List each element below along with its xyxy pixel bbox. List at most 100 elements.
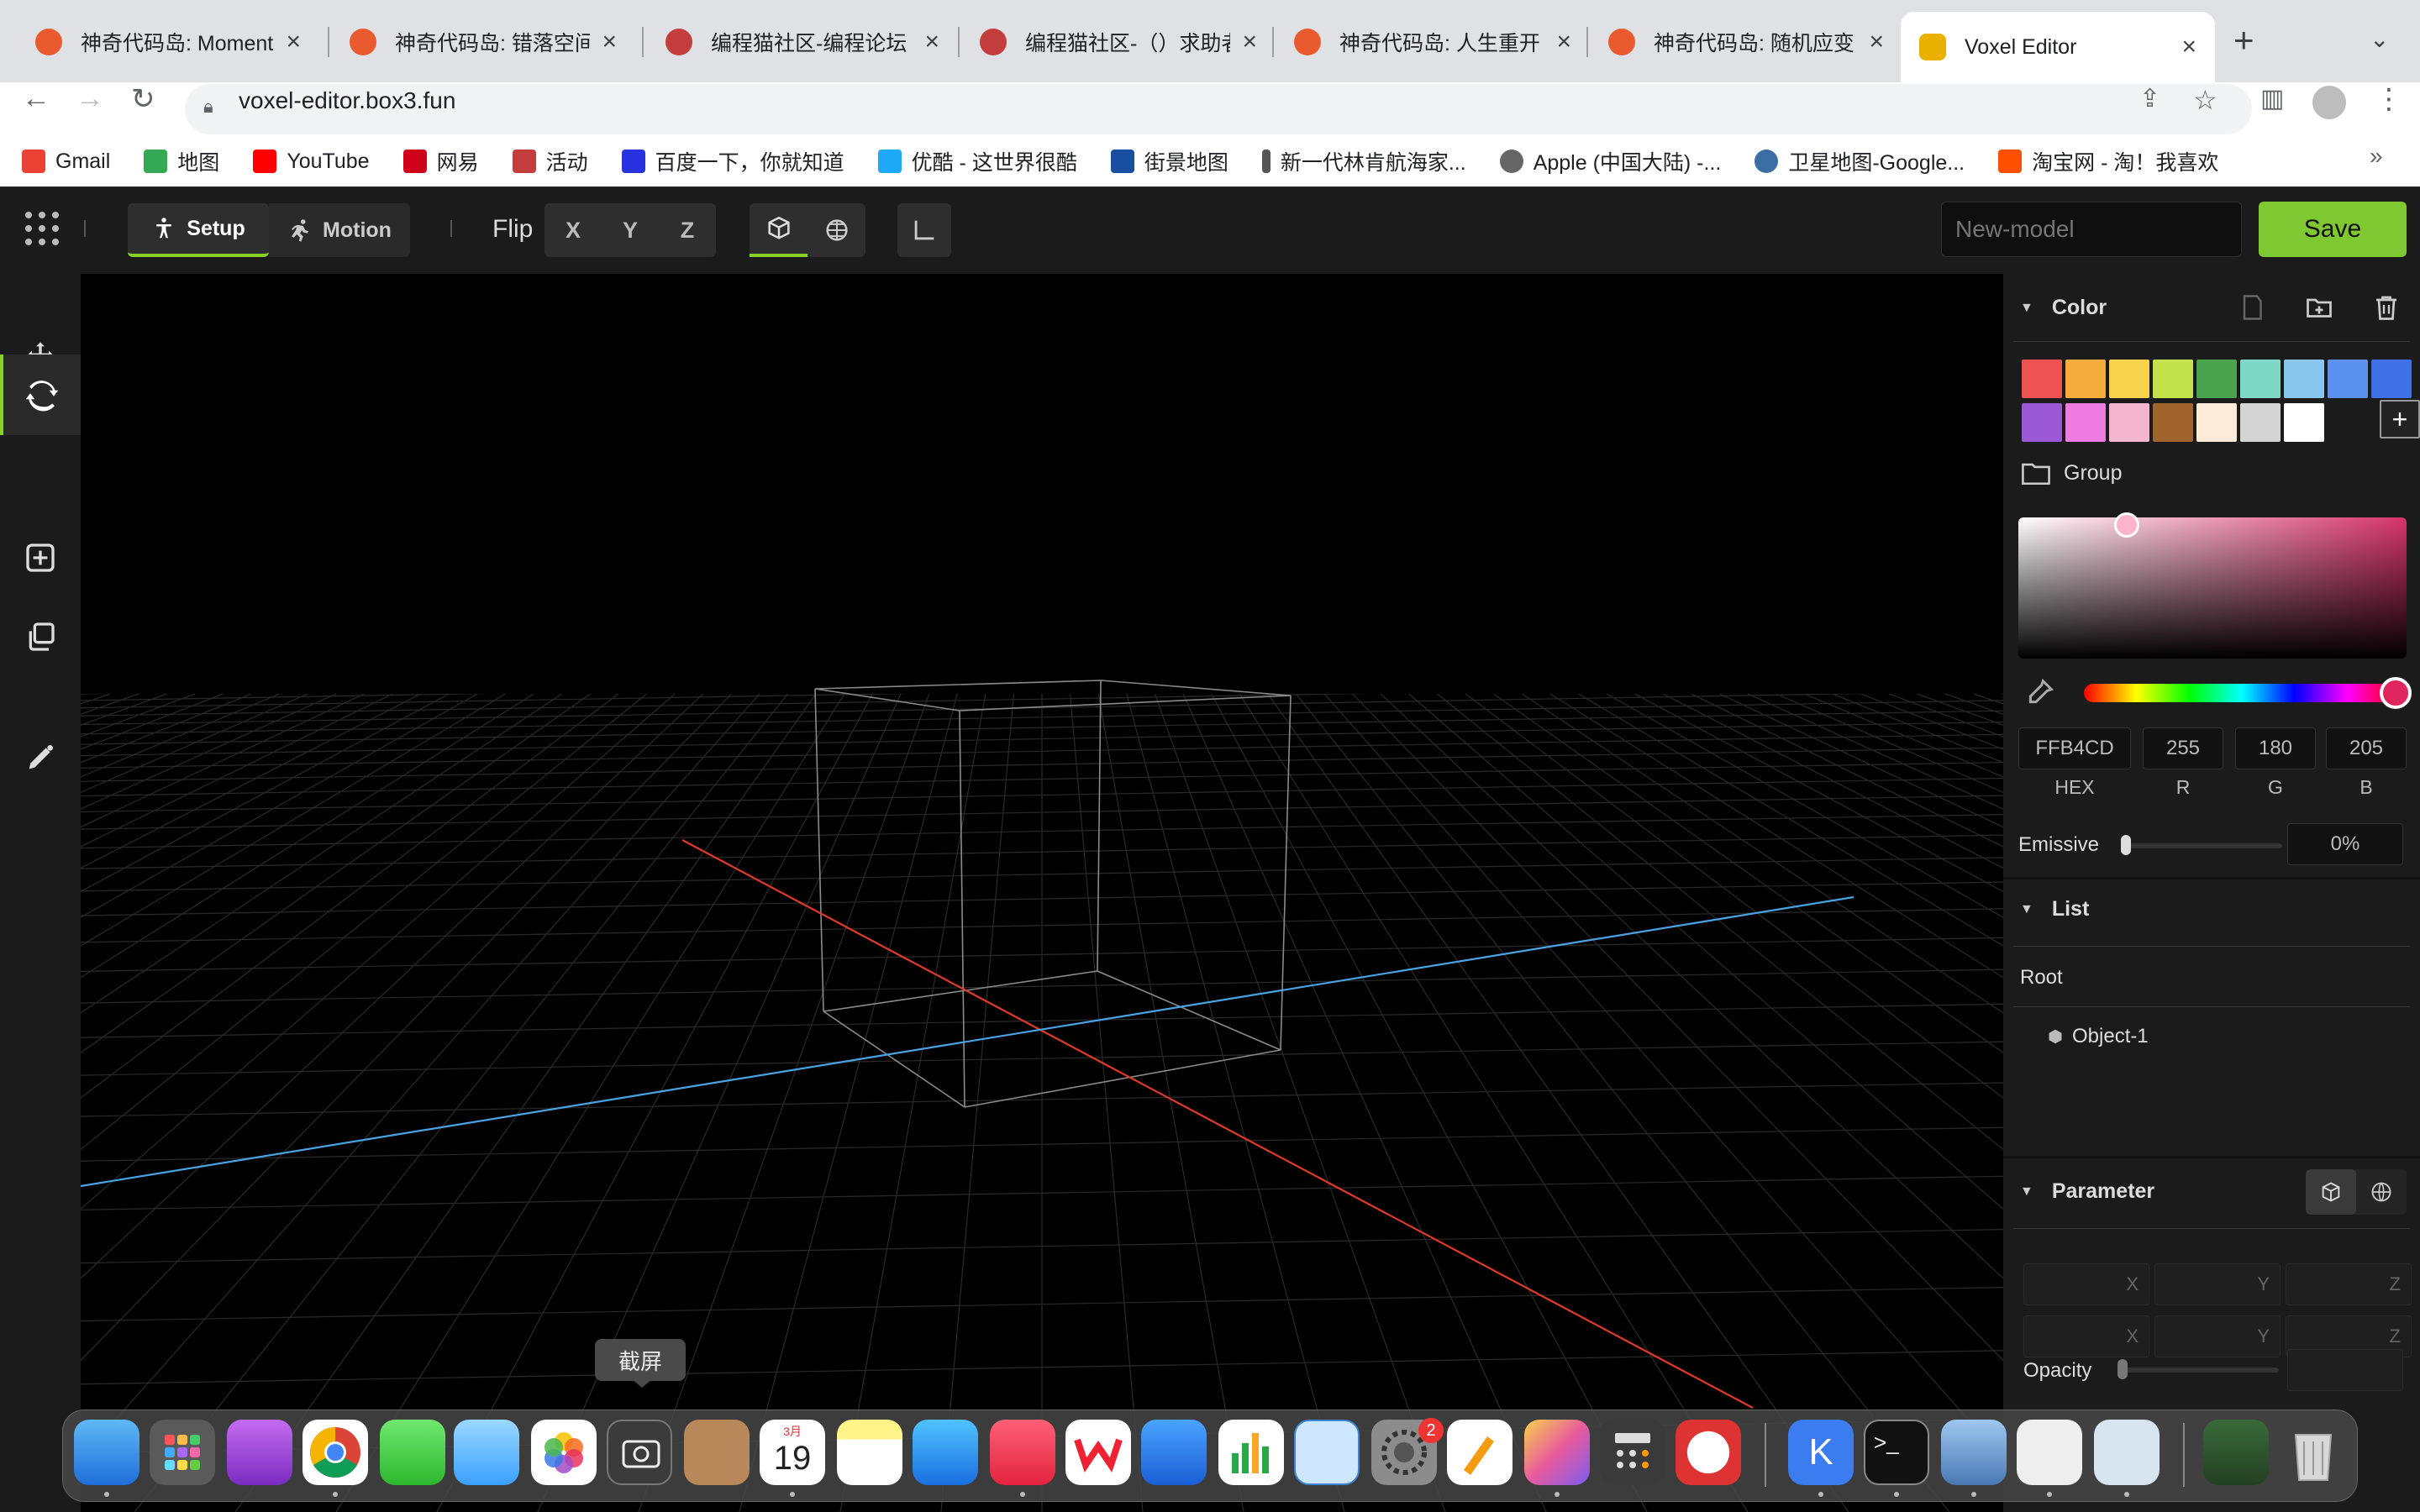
finder-icon[interactable] [74,1420,139,1485]
k-app-icon[interactable]: K [1788,1420,1854,1485]
position-x-input[interactable]: X [2023,1263,2149,1305]
color-swatch[interactable] [2022,360,2062,398]
close-tab-icon[interactable]: × [1242,28,1257,56]
pen-tool-button[interactable] [0,717,81,798]
bookmark-star-icon[interactable]: ☆ [2193,84,2217,116]
url-text[interactable]: voxel-editor.box3.fun [239,87,455,114]
list-section-header[interactable]: ▼ List [2020,897,2089,921]
podcasts-icon[interactable] [227,1420,292,1485]
bookmark-youku[interactable]: 优酷 - 这世界很酷 [877,146,1077,176]
bookmark-maps[interactable]: 地图 [144,146,219,176]
xcode-icon[interactable] [2094,1420,2160,1485]
3d-viewport[interactable] [81,274,2003,1512]
color-swatch[interactable] [2109,360,2149,398]
profile-avatar[interactable] [2312,86,2346,119]
save-button[interactable]: Save [2259,202,2407,257]
hex-input[interactable]: FFB4CD [2018,727,2131,769]
color-swatch[interactable] [2196,360,2237,398]
flip-x-button[interactable]: X [544,203,602,257]
bookmark-taobao[interactable]: 淘宝网 - 淘！我喜欢 [1998,146,2218,176]
delete-palette-icon[interactable] [2370,292,2403,323]
position-y-input[interactable]: Y [2154,1263,2281,1305]
bookmark-baidu[interactable]: 百度一下，你就知道 [621,146,844,176]
rotation-x-input[interactable]: X [2023,1315,2149,1357]
model-name-input[interactable] [1941,202,2242,257]
bookmark-satellite[interactable]: 卫星地图-Google... [1754,146,1965,176]
local-view-button[interactable] [750,203,808,257]
keynote-icon[interactable] [1141,1420,1207,1485]
position-z-input[interactable]: Z [2286,1263,2412,1305]
bookmarks-overflow-icon[interactable]: » [2370,143,2383,170]
photos-icon[interactable] [531,1420,597,1485]
messages-icon[interactable] [380,1420,445,1485]
object-list-item[interactable]: Object-1 [2047,1025,2149,1048]
trash-icon[interactable] [2281,1420,2346,1485]
browser-tab-5[interactable]: 神奇代码岛: 人生重开 × [1276,12,1590,72]
bookmark-activity[interactable]: 活动 [512,146,588,176]
color-swatch[interactable] [2109,403,2149,442]
color-swatch[interactable] [2240,360,2281,398]
color-swatch[interactable] [2196,403,2237,442]
flip-z-button[interactable]: Z [659,203,716,257]
axis-toggle-button[interactable] [897,203,951,257]
blue-input[interactable]: 205 [2326,727,2407,769]
color-swatch[interactable] [2153,403,2193,442]
opacity-value-input[interactable] [2287,1349,2403,1391]
add-swatch-button[interactable]: + [2380,400,2420,438]
duplicate-button[interactable] [0,596,81,677]
saturation-value-picker[interactable] [2018,517,2407,659]
wps-icon[interactable] [1065,1420,1131,1485]
recent-folder-icon[interactable] [2203,1420,2269,1485]
world-view-button[interactable] [808,203,865,257]
emissive-value[interactable]: 0% [2287,823,2403,865]
forward-arrow-icon[interactable]: → [76,82,104,115]
close-tab-icon[interactable]: × [602,28,617,56]
bookmark-youtube[interactable]: YouTube [253,150,370,174]
side-panel-icon[interactable]: ▥ [2260,84,2284,113]
opacity-slider[interactable] [2119,1368,2279,1373]
palette-card-icon[interactable] [2237,292,2267,323]
add-object-button[interactable] [0,517,81,598]
browser-tab-3[interactable]: 编程猫社区-编程论坛 × [647,12,958,72]
notes-icon[interactable] [837,1420,902,1485]
more-menu-icon[interactable]: ⋮ [2375,82,2403,116]
share-icon[interactable]: ⇪ [2139,84,2160,113]
world-space-button[interactable] [2356,1169,2407,1215]
rotate-tool-button[interactable] [0,354,81,435]
color-swatch[interactable] [2328,360,2368,398]
bookmark-streetview[interactable]: 街景地图 [1110,146,1228,176]
bookmark-apple[interactable]: Apple (中国大陆) -... [1499,146,1721,176]
bookmark-netease[interactable]: 网易 [402,146,479,176]
script-editor-icon[interactable] [2017,1420,2082,1485]
bookmark-gmail[interactable]: Gmail [22,150,110,174]
calculator-icon[interactable] [1600,1420,1665,1485]
parameter-section-header[interactable]: ▼ Parameter [2020,1179,2154,1204]
color-swatch[interactable] [2284,360,2324,398]
opacity-slider-handle[interactable] [2118,1359,2128,1379]
screenshot-app-icon[interactable] [607,1420,672,1485]
calendar-icon[interactable]: 3月 19 [760,1420,825,1485]
safari-icon[interactable] [913,1420,978,1485]
launchpad-icon[interactable] [150,1420,215,1485]
numbers-icon[interactable] [1218,1420,1284,1485]
setup-mode-button[interactable]: Setup [128,203,269,257]
red-input[interactable]: 255 [2143,727,2223,769]
tab-list-chevron-icon[interactable]: ⌄ [2370,25,2389,53]
browser-tab-1[interactable]: 神奇代码岛: Moment × [17,12,319,72]
color-swatch[interactable] [2065,360,2106,398]
color-swatch[interactable] [2153,360,2193,398]
local-space-button[interactable] [2306,1169,2356,1215]
hue-slider[interactable] [2084,684,2400,702]
folder-add-icon[interactable] [2302,292,2336,323]
chrome-icon[interactable] [302,1420,368,1485]
color-swatch[interactable] [2284,403,2324,442]
preview-icon[interactable] [1941,1420,2007,1485]
omnibox[interactable] [185,84,2252,134]
music-icon[interactable] [990,1420,1055,1485]
browser-tab-2[interactable]: 神奇代码岛: 错落空间 × [331,12,635,72]
close-tab-icon[interactable]: × [1869,28,1884,56]
green-input[interactable]: 180 [2235,727,2316,769]
group-row[interactable]: Group [2022,460,2122,486]
instruments-icon[interactable] [1676,1420,1741,1485]
contacts-icon[interactable] [684,1420,750,1485]
